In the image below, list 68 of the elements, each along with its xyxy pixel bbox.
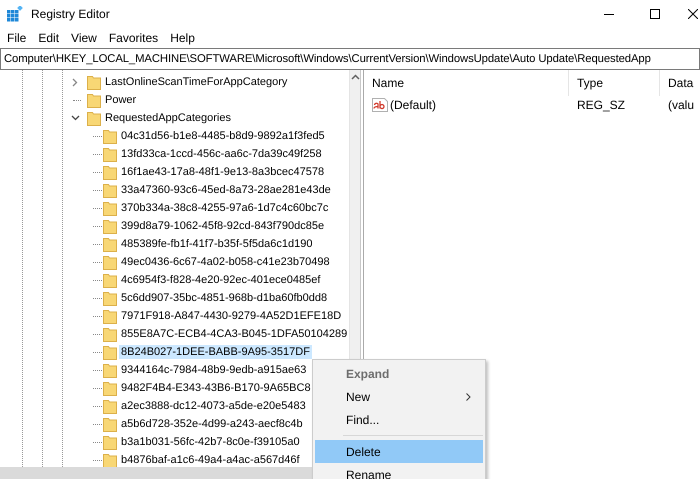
folder-icon (103, 128, 117, 144)
tree-item[interactable]: a5b6d728-352e-4d99-a243-aecf8c4b (119, 417, 305, 431)
folder-icon (103, 362, 117, 378)
folder-icon (87, 74, 101, 90)
folder-icon (103, 146, 117, 162)
context-menu-item[interactable]: New (315, 385, 483, 408)
column-header[interactable]: Name (364, 70, 569, 96)
folder-icon (103, 380, 117, 396)
tree-item[interactable]: 16f1ae43-17a8-48f1-9e13-8a3bcec47578 (119, 165, 326, 179)
tree-item[interactable]: LastOnlineScanTimeForAppCategory (103, 75, 290, 89)
context-menu-item[interactable]: Rename (315, 463, 483, 479)
folder-icon (103, 308, 117, 324)
tree-item[interactable]: 9344164c-7984-48b9-9edb-a915ae63 (119, 363, 308, 377)
folder-icon (103, 290, 117, 306)
folder-icon (103, 254, 117, 270)
close-icon (688, 9, 698, 19)
registry-editor-icon (7, 6, 23, 22)
tree-item[interactable]: 4c6954f3-f828-4e20-92ec-401ece0485ef (119, 273, 322, 287)
context-menu-item[interactable]: Find... (315, 408, 483, 431)
tree-item[interactable]: a2ec3888-dc12-4073-a5de-e20e5483 (119, 399, 308, 413)
menu-item[interactable]: View (66, 28, 102, 48)
tree-item[interactable]: 49ec0436-6c67-4a02-b058-c41e23b70498 (119, 255, 332, 269)
folder-icon (103, 416, 117, 432)
folder-icon (103, 272, 117, 288)
tree-item[interactable]: 399d8a79-1062-45f8-92cd-843f790dc85e (119, 219, 326, 233)
column-header[interactable]: Data (660, 70, 700, 96)
scroll-up-icon[interactable] (350, 74, 360, 80)
folder-icon (103, 200, 117, 216)
tree-item[interactable]: 370b334a-38c8-4255-97a6-1d7c4c60bc7c (119, 201, 330, 215)
tree-item[interactable]: b3a1b031-56fc-42b7-8c0e-f39105a0 (119, 435, 302, 449)
tree-item[interactable]: 9482F4B4-E343-43B6-B170-9A65BC8 (119, 381, 313, 395)
address-field[interactable]: Computer\HKEY_LOCAL_MACHINE\SOFTWARE\Microsoft\Windows\CurrentVersion\WindowsUpdate\Auto Update\RequestedApp (0, 48, 700, 70)
folder-icon (103, 452, 117, 468)
chevron-right-icon[interactable] (72, 78, 78, 86)
chevron-down-icon[interactable] (70, 115, 80, 121)
tree-item[interactable]: Power (103, 93, 138, 107)
folder-icon (103, 434, 117, 450)
column-header[interactable]: Type (569, 70, 660, 96)
folder-icon (103, 326, 117, 342)
menu-item[interactable]: Help (165, 28, 200, 48)
maximize-icon (650, 9, 660, 19)
tree-item[interactable]: 485389fe-fb1f-41f7-b35f-5f5da6c1d190 (119, 237, 314, 251)
folder-icon (103, 182, 117, 198)
menu-item[interactable]: Edit (33, 28, 64, 48)
folder-icon (103, 218, 117, 234)
menu-item[interactable]: File (2, 28, 32, 48)
value-type: REG_SZ (576, 98, 626, 112)
folder-icon (87, 92, 101, 108)
tree-item[interactable]: 33a47360-93c6-45ed-8a73-28ae281e43de (119, 183, 333, 197)
tree-item[interactable]: b4876baf-a1c6-49a4-a4ac-a567d46f (119, 453, 302, 467)
tree-item[interactable]: 13fd33ca-1ccd-456c-aa6c-7da39c49f258 (119, 147, 324, 161)
context-menu-item[interactable]: Delete (315, 440, 483, 463)
tree-item[interactable]: 7971F918-A847-4430-9279-4A52D1EFE18D (119, 309, 344, 323)
string-value-icon (372, 98, 388, 112)
menu-item[interactable]: Favorites (104, 28, 164, 48)
folder-icon (87, 110, 101, 126)
tree-item[interactable]: RequestedAppCategories (103, 111, 233, 125)
folder-icon (103, 344, 117, 360)
tree-item[interactable]: 04c31d56-b1e8-4485-b8d9-9892a1f3fed5 (119, 129, 327, 143)
value-name: (Default) (390, 98, 436, 112)
value-data: (valu (667, 98, 696, 112)
tree-item[interactable]: 855E8A7C-ECB4-4CA3-B045-1DFA50104289 (119, 327, 350, 341)
folder-icon (103, 398, 117, 414)
tree-item[interactable]: 5c6dd907-35bc-4851-968b-d1ba60fb0dd8 (119, 291, 330, 305)
folder-icon (103, 236, 117, 252)
folder-icon (103, 164, 117, 180)
tree-item[interactable]: 8B24B027-1DEE-BABB-9A95-3517DF (119, 345, 312, 359)
window-title: Registry Editor (31, 7, 110, 21)
